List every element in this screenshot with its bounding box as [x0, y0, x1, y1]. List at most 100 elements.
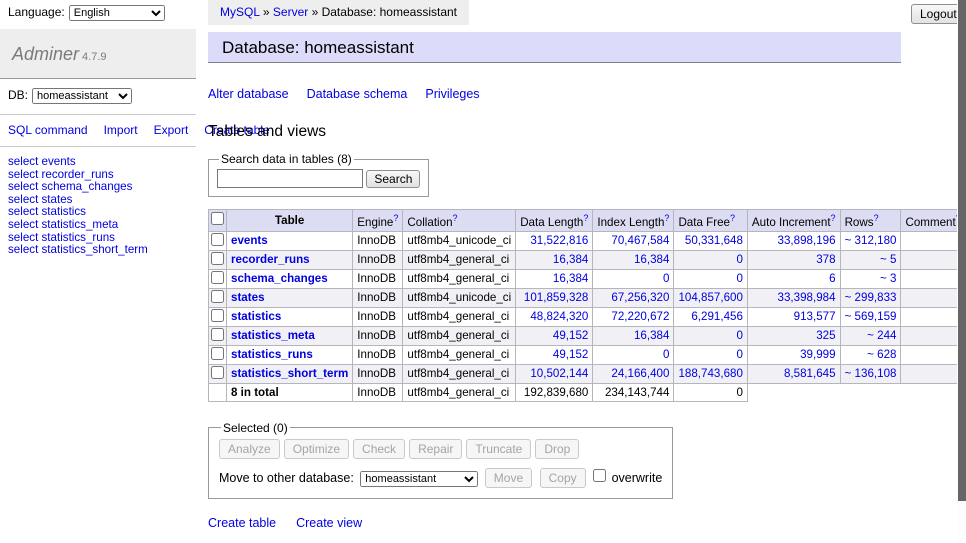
value-link-rows[interactable]: ~ 136,108: [845, 367, 897, 380]
drop-button[interactable]: Drop: [535, 439, 579, 459]
create-link-create-view[interactable]: Create view: [296, 516, 362, 530]
value-link-auto-increment[interactable]: 39,999: [752, 348, 836, 361]
table-link-statistics-runs[interactable]: statistics_runs: [231, 348, 313, 361]
sidebar-item-select-statistics-short-term[interactable]: select statistics_short_term: [8, 244, 188, 257]
breadcrumb-item-mysql[interactable]: MySQL: [220, 5, 260, 19]
value-link-index-length[interactable]: 67,256,320: [597, 291, 669, 304]
move-db-select[interactable]: homeassistant: [360, 471, 478, 487]
move-button[interactable]: Move: [485, 468, 532, 488]
value-link-data-length[interactable]: 49,152: [520, 348, 588, 361]
value-link-index-length[interactable]: 0: [597, 348, 669, 361]
value-link-data-free[interactable]: 0: [678, 348, 742, 361]
analyze-button[interactable]: Analyze: [219, 439, 280, 459]
help-link[interactable]: ?: [730, 213, 735, 223]
help-link[interactable]: ?: [393, 213, 398, 223]
value-link-auto-increment[interactable]: 325: [752, 329, 836, 342]
scrollbar-thumb[interactable]: [958, 0, 966, 501]
value-link-rows[interactable]: ~ 5: [845, 253, 897, 266]
nav-link-privileges[interactable]: Privileges: [425, 87, 479, 101]
value-link-data-length[interactable]: 101,859,328: [520, 291, 588, 304]
value-link-rows[interactable]: ~ 569,159: [845, 310, 897, 323]
help-link[interactable]: ?: [583, 213, 588, 223]
row-checkbox[interactable]: [211, 347, 224, 360]
table-link-statistics-meta[interactable]: statistics_meta: [231, 329, 315, 342]
value-link-data-free[interactable]: 188,743,680: [678, 367, 742, 380]
value-link-index-length[interactable]: 72,220,672: [597, 310, 669, 323]
value-link-index-length[interactable]: 24,166,400: [597, 367, 669, 380]
create-links: Create table Create view: [208, 516, 950, 530]
create-link-create-table[interactable]: Create table: [208, 516, 276, 530]
value-link-rows[interactable]: ~ 312,180: [845, 234, 897, 247]
sidebar-link-sql-command[interactable]: SQL command: [8, 123, 88, 137]
value-link-data-length[interactable]: 16,384: [520, 272, 588, 285]
value-link-index-length[interactable]: 16,384: [597, 329, 669, 342]
sidebar-item-select-statistics-meta[interactable]: select statistics_meta: [8, 219, 188, 232]
table-link-schema-changes[interactable]: schema_changes: [231, 272, 328, 285]
cell-data-length: 101,859,328: [516, 288, 593, 307]
select-all-checkbox[interactable]: [211, 212, 224, 225]
check-button[interactable]: Check: [353, 439, 405, 459]
nav-link-database-schema[interactable]: Database schema: [307, 87, 408, 101]
value-link-index-length[interactable]: 16,384: [597, 253, 669, 266]
help-link[interactable]: ?: [874, 213, 879, 223]
sidebar-item-select-events[interactable]: select events: [8, 156, 188, 169]
nav-link-alter-database[interactable]: Alter database: [208, 87, 289, 101]
row-checkbox[interactable]: [211, 309, 224, 322]
value-link-data-free[interactable]: 104,857,600: [678, 291, 742, 304]
value-link-rows[interactable]: ~ 628: [845, 348, 897, 361]
cell-index-length: 0: [593, 269, 674, 288]
column-header-label: Data Length: [520, 216, 583, 229]
value-link-data-length[interactable]: 16,384: [520, 253, 588, 266]
value-link-data-free[interactable]: 0: [678, 329, 742, 342]
db-select[interactable]: homeassistant: [32, 88, 132, 104]
value-link-data-length[interactable]: 10,502,144: [520, 367, 588, 380]
cell-collation: utf8mb4_general_ci: [403, 250, 516, 269]
value-link-data-length[interactable]: 48,824,320: [520, 310, 588, 323]
value-link-data-free[interactable]: 6,291,456: [678, 310, 742, 323]
row-checkbox[interactable]: [211, 290, 224, 303]
scrollbar[interactable]: [957, 0, 966, 543]
table-link-events[interactable]: events: [231, 234, 268, 247]
overwrite-checkbox[interactable]: [593, 469, 606, 482]
value-link-data-free[interactable]: 0: [678, 253, 742, 266]
search-button[interactable]: Search: [366, 170, 420, 188]
row-checkbox[interactable]: [211, 366, 224, 379]
value-link-data-free[interactable]: 0: [678, 272, 742, 285]
row-checkbox[interactable]: [211, 328, 224, 341]
value-link-auto-increment[interactable]: 6: [752, 272, 836, 285]
row-checkbox[interactable]: [211, 252, 224, 265]
search-input[interactable]: [217, 169, 363, 188]
value-link-rows[interactable]: ~ 3: [845, 272, 897, 285]
truncate-button[interactable]: Truncate: [466, 439, 531, 459]
value-link-index-length[interactable]: 70,467,584: [597, 234, 669, 247]
sidebar-item-select-schema-changes[interactable]: select schema_changes: [8, 181, 188, 194]
breadcrumb-item-server[interactable]: Server: [273, 5, 308, 19]
value-link-auto-increment[interactable]: 33,898,196: [752, 234, 836, 247]
help-link[interactable]: ?: [664, 213, 669, 223]
value-link-rows[interactable]: ~ 244: [845, 329, 897, 342]
value-link-index-length[interactable]: 0: [597, 272, 669, 285]
table-link-states[interactable]: states: [231, 291, 265, 304]
table-link-statistics[interactable]: statistics: [231, 310, 281, 323]
value-link-data-free[interactable]: 50,331,648: [678, 234, 742, 247]
value-link-data-length[interactable]: 31,522,816: [520, 234, 588, 247]
table-link-statistics-short-term[interactable]: statistics_short_term: [231, 367, 348, 380]
sidebar-link-export[interactable]: Export: [154, 123, 189, 137]
sidebar-link-import[interactable]: Import: [104, 123, 138, 137]
row-checkbox[interactable]: [211, 233, 224, 246]
value-link-auto-increment[interactable]: 8,581,645: [752, 367, 836, 380]
table-link-recorder-runs[interactable]: recorder_runs: [231, 253, 310, 266]
value-link-auto-increment[interactable]: 378: [752, 253, 836, 266]
repair-button[interactable]: Repair: [409, 439, 462, 459]
value-link-auto-increment[interactable]: 913,577: [752, 310, 836, 323]
value-link-data-length[interactable]: 49,152: [520, 329, 588, 342]
copy-button[interactable]: Copy: [540, 468, 586, 488]
optimize-button[interactable]: Optimize: [284, 439, 349, 459]
help-link[interactable]: ?: [831, 213, 836, 223]
help-link[interactable]: ?: [453, 213, 458, 223]
language-row: Language:English: [0, 0, 196, 29]
language-select[interactable]: English: [69, 5, 165, 21]
row-checkbox[interactable]: [211, 271, 224, 284]
value-link-rows[interactable]: ~ 299,833: [845, 291, 897, 304]
value-link-auto-increment[interactable]: 33,398,984: [752, 291, 836, 304]
